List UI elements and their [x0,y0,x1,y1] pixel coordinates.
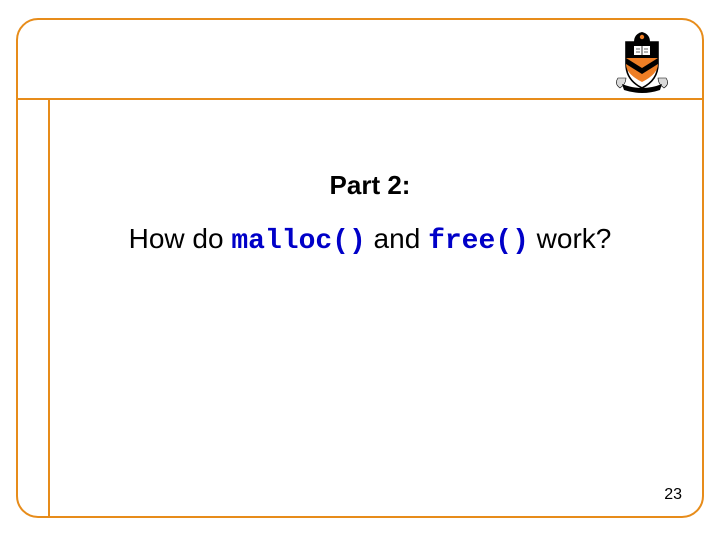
slide-frame: Part 2: How do malloc() and free() work?… [16,18,704,518]
page-number: 23 [664,486,682,504]
code-malloc: malloc() [231,226,365,257]
code-free: free() [428,226,529,257]
part-label: Part 2: [48,170,692,201]
title-divider [18,98,702,100]
question-suffix: work? [529,223,611,254]
princeton-logo-icon [612,28,672,94]
question-mid: and [366,223,428,254]
slide-question: How do malloc() and free() work? [48,223,692,257]
slide-content: Part 2: How do malloc() and free() work? [48,170,692,257]
question-prefix: How do [129,223,232,254]
left-margin-rule [48,98,50,516]
